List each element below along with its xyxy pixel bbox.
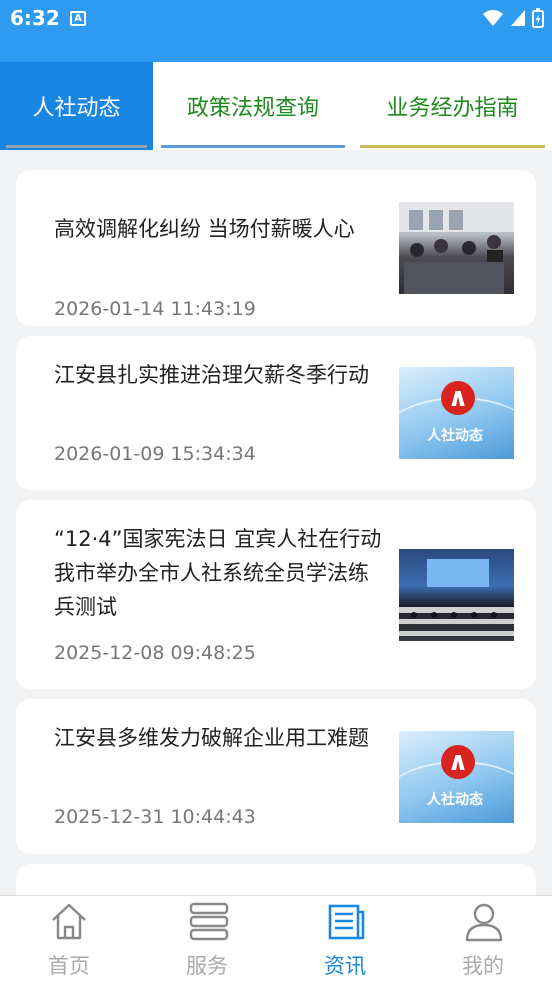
news-card[interactable]: 高效调解化纠纷 当场付薪暖人心 2026-01-14 11:43:19 (16, 170, 536, 326)
battery-icon (532, 8, 544, 28)
news-time: 2025-12-31 10:44:43 (54, 806, 256, 828)
nav-profile[interactable]: 我的 (414, 896, 552, 983)
news-card[interactable] (16, 864, 536, 895)
status-bar: 6:32 A (0, 0, 552, 62)
bottom-nav: 首页 服务 资讯 我的 (0, 895, 552, 983)
tab-indicator (6, 145, 147, 148)
notification-icon: A (70, 11, 86, 26)
news-time: 2026-01-09 15:34:34 (54, 443, 256, 465)
nav-news[interactable]: 资讯 (276, 896, 414, 983)
tab-policy[interactable]: 政策法规查询 (153, 62, 353, 150)
news-time: 2025-12-08 09:48:25 (54, 642, 256, 664)
auditorium-photo (399, 607, 514, 636)
news-thumbnail: ∧ 人社动态 (399, 367, 514, 459)
tab-guide[interactable]: 业务经办指南 (353, 62, 552, 150)
tab-label: 业务经办指南 (386, 96, 519, 121)
news-thumbnail (399, 202, 514, 294)
news-title: “12·4”国家宪法日 宜宾人社在行动我市举办全市人社系统全员学法练兵测试 (54, 527, 382, 619)
nav-label: 首页 (48, 954, 90, 978)
tab-label: 人社动态 (32, 96, 121, 121)
tab-indicator (360, 145, 545, 148)
nav-label: 资讯 (324, 954, 366, 978)
news-title: 江安县多维发力破解企业用工难题 (54, 726, 369, 750)
renshe-logo-icon: ∧ (441, 745, 475, 779)
wifi-icon (483, 10, 503, 26)
category-tabs: 人社动态 政策法规查询 业务经办指南 (0, 62, 552, 150)
signal-icon (511, 10, 525, 26)
news-time: 2026-01-14 11:43:19 (54, 298, 256, 320)
meeting-photo (399, 202, 514, 294)
system-icons (482, 8, 544, 28)
nav-label: 服务 (186, 954, 228, 978)
news-card[interactable]: “12·4”国家宪法日 宜宾人社在行动我市举办全市人社系统全员学法练兵测试 20… (16, 500, 536, 689)
news-card[interactable]: 江安县扎实推进治理欠薪冬季行动 2026-01-09 15:34:34 ∧ 人社… (16, 336, 536, 490)
tab-indicator (161, 145, 345, 148)
news-thumbnail: ∧ 人社动态 (399, 731, 514, 823)
home-icon (52, 903, 86, 940)
tab-label: 政策法规查询 (186, 96, 319, 121)
status-time: 6:32 (10, 6, 60, 30)
nav-home[interactable]: 首页 (0, 896, 138, 983)
news-title: 高效调解化纠纷 当场付薪暖人心 (54, 217, 355, 241)
nav-label: 我的 (462, 954, 504, 978)
renshe-logo-icon: ∧ (441, 381, 475, 415)
news-title: 江安县扎实推进治理欠薪冬季行动 (54, 363, 369, 387)
tab-news[interactable]: 人社动态 (0, 62, 153, 150)
news-card[interactable]: 江安县多维发力破解企业用工难题 2025-12-31 10:44:43 ∧ 人社… (16, 699, 536, 854)
thumbnail-label: 人社动态 (427, 428, 483, 444)
user-icon (465, 903, 503, 942)
nav-service[interactable]: 服务 (138, 896, 276, 983)
news-icon (328, 904, 365, 940)
news-list[interactable]: 高效调解化纠纷 当场付薪暖人心 2026-01-14 11:43:19 江安县扎… (0, 150, 552, 895)
stack-icon (189, 902, 229, 941)
news-thumbnail (399, 549, 514, 641)
thumbnail-label: 人社动态 (427, 792, 483, 808)
